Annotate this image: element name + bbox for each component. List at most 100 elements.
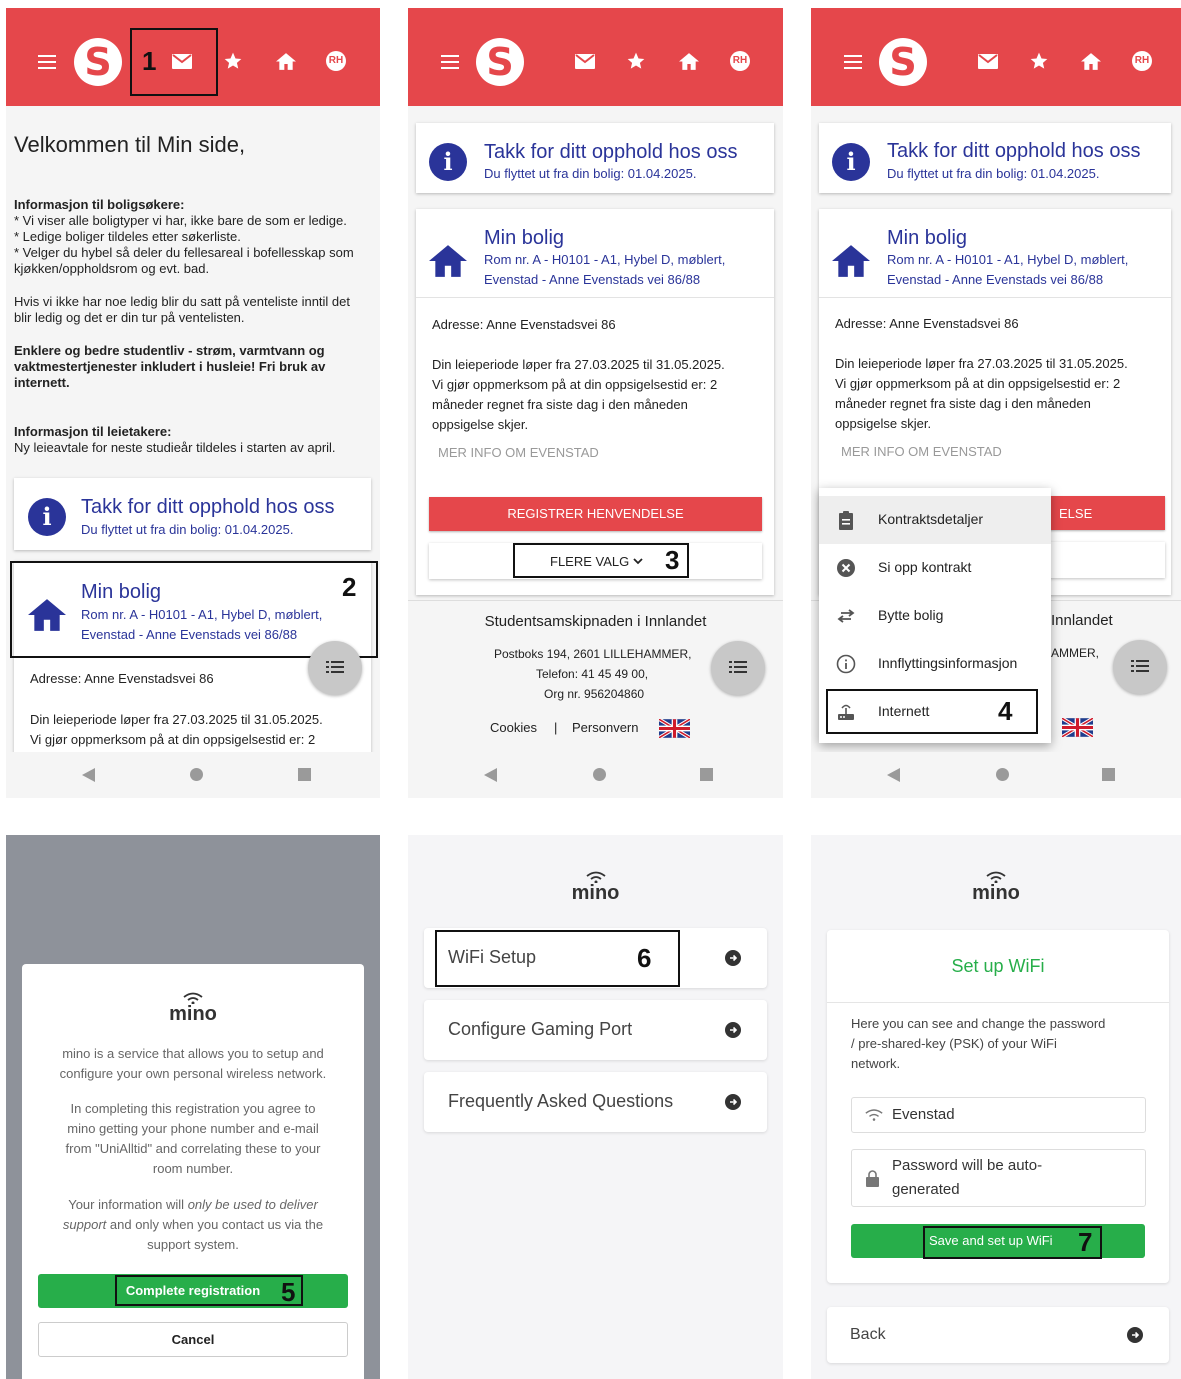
recents-nav-icon[interactable] [1102, 768, 1115, 781]
arrow-right-icon [725, 1022, 741, 1038]
usage-text: support and only when you contact us via… [62, 1217, 324, 1232]
footer-separator: | [554, 720, 558, 735]
star-icon[interactable] [223, 51, 243, 71]
cookies-link[interactable]: Cookies [490, 720, 537, 735]
arrow-right-icon [1127, 1327, 1143, 1343]
step-number: 6 [637, 943, 652, 973]
list-fab[interactable] [711, 641, 765, 695]
avatar[interactable]: RH [1132, 51, 1152, 71]
menu-icon[interactable] [38, 55, 56, 69]
menu-item-si-opp-kontrakt[interactable]: Si opp kontrakt [819, 544, 1051, 592]
agree-text: mino getting your phone number and e-mai… [67, 1121, 319, 1136]
step-number: 1 [142, 46, 157, 76]
highlight-box [513, 543, 689, 578]
footer-address: Postboks 194, 2601 LILLEHAMMER, [494, 647, 692, 661]
cancel-button[interactable]: Cancel [38, 1322, 348, 1357]
star-icon[interactable] [626, 51, 646, 71]
sio-logo[interactable]: S [879, 38, 927, 86]
register-button[interactable]: REGISTRER HENVENDELSE [429, 497, 762, 531]
footer-address: AMMER, [1051, 646, 1099, 660]
home-icon[interactable] [276, 53, 296, 70]
back-nav-icon[interactable] [484, 768, 497, 782]
back-button[interactable]: Back [827, 1307, 1169, 1363]
mino-logo: mino [811, 871, 1181, 905]
uk-flag-icon[interactable] [1062, 718, 1093, 737]
sio-logo[interactable]: S [74, 38, 122, 86]
info-text: * Vi viser alle boligtyper vi har, ikke … [14, 213, 347, 228]
ssid-field[interactable]: Evenstad [851, 1097, 1146, 1133]
arrow-right-icon [725, 1094, 741, 1110]
divider [819, 297, 1171, 298]
menu-item-label: Innflyttingsinformasjon [878, 655, 1018, 671]
home-icon[interactable] [1081, 53, 1101, 70]
more-info-link[interactable]: MER INFO OM EVENSTAD [841, 444, 1002, 459]
thanks-subtitle: Du flyttet ut fra din bolig: 01.04.2025. [484, 166, 697, 181]
menu-item-label: Si opp kontrakt [878, 559, 972, 575]
menu-item-innflyttingsinformasjon[interactable]: Innflyttingsinformasjon [819, 640, 1051, 688]
back-nav-icon[interactable] [82, 768, 95, 782]
menu-configure-gaming-port[interactable]: Configure Gaming Port [424, 1000, 767, 1060]
menu-faq[interactable]: Frequently Asked Questions [424, 1072, 767, 1132]
thanks-title: Takk for ditt opphold hos oss [887, 140, 1141, 162]
star-icon[interactable] [1029, 51, 1049, 71]
recents-nav-icon[interactable] [700, 768, 713, 781]
uk-flag-icon[interactable] [659, 719, 690, 738]
menu-item-bytte-bolig[interactable]: Bytte bolig [819, 592, 1051, 640]
avatar[interactable]: RH [326, 51, 346, 71]
list-icon [1131, 660, 1149, 672]
recents-nav-icon[interactable] [298, 768, 311, 781]
step-number: 3 [665, 545, 680, 575]
info-heading: internett. [14, 375, 70, 390]
home-nav-icon[interactable] [593, 768, 606, 781]
list-fab[interactable] [1113, 640, 1167, 694]
bolig-address: Adresse: Anne Evenstadsvei 86 [835, 316, 1019, 331]
sio-logo[interactable]: S [476, 38, 524, 86]
info-text: * Velger du hybel så deler du fellesarea… [14, 245, 354, 260]
wifi-icon [865, 1109, 883, 1121]
back-nav-icon[interactable] [887, 768, 900, 782]
password-hint: Password will be auto- [892, 1157, 1043, 1174]
step-number: 4 [998, 696, 1013, 726]
mail-icon[interactable] [978, 54, 998, 69]
setup-title: Set up WiFi [951, 956, 1045, 976]
usage-text: support system. [147, 1237, 239, 1252]
register-label-partial: ELSE [1059, 506, 1093, 521]
menu-icon[interactable] [844, 55, 862, 69]
registration-dialog: mino mino is a service that allows you t… [22, 964, 364, 1379]
highlight-box [923, 1226, 1102, 1259]
step-number: 7 [1078, 1227, 1093, 1257]
info-outline-icon [836, 654, 856, 674]
faq-label: Frequently Asked Questions [448, 1091, 674, 1111]
agree-text: room number. [152, 1161, 234, 1176]
info-icon: i [832, 143, 870, 181]
lease-notice: oppsigelse skjer. [432, 417, 529, 432]
screen-options-menu: S RH i Takk for ditt opphold hos oss Du … [811, 8, 1181, 798]
footer-org: Innlandet [1051, 612, 1113, 629]
list-icon [326, 661, 344, 673]
home-icon[interactable] [679, 53, 699, 70]
list-fab[interactable] [308, 641, 362, 695]
nav-bar [811, 752, 1181, 798]
mino-wordmark: mino [972, 882, 1020, 904]
screen-min-side: S RH i Takk for ditt opphold hos oss Du … [408, 8, 783, 798]
home-nav-icon[interactable] [996, 768, 1009, 781]
divider [416, 297, 774, 298]
divider [408, 600, 783, 601]
house-icon [429, 245, 467, 277]
menu-icon[interactable] [441, 55, 459, 69]
menu-item-kontraktsdetaljer[interactable]: Kontraktsdetaljer [819, 496, 1051, 544]
back-label: Back [850, 1326, 886, 1343]
home-nav-icon[interactable] [190, 768, 203, 781]
more-info-link[interactable]: MER INFO OM EVENSTAD [438, 445, 599, 460]
intro-text: configure your own personal wireless net… [59, 1066, 327, 1081]
arrow-right-icon [725, 950, 741, 966]
mail-icon[interactable] [575, 54, 595, 69]
privacy-link[interactable]: Personvern [572, 720, 638, 735]
app-bar: S RH [408, 8, 783, 106]
password-field[interactable]: Password will be auto- generated [851, 1149, 1146, 1207]
step-number: 2 [342, 572, 357, 602]
avatar[interactable]: RH [730, 51, 750, 71]
setup-desc: Here you can see and change the password [851, 1016, 1106, 1031]
app-bar: S RH [811, 8, 1181, 106]
mino-wordmark: mino [169, 1003, 217, 1025]
